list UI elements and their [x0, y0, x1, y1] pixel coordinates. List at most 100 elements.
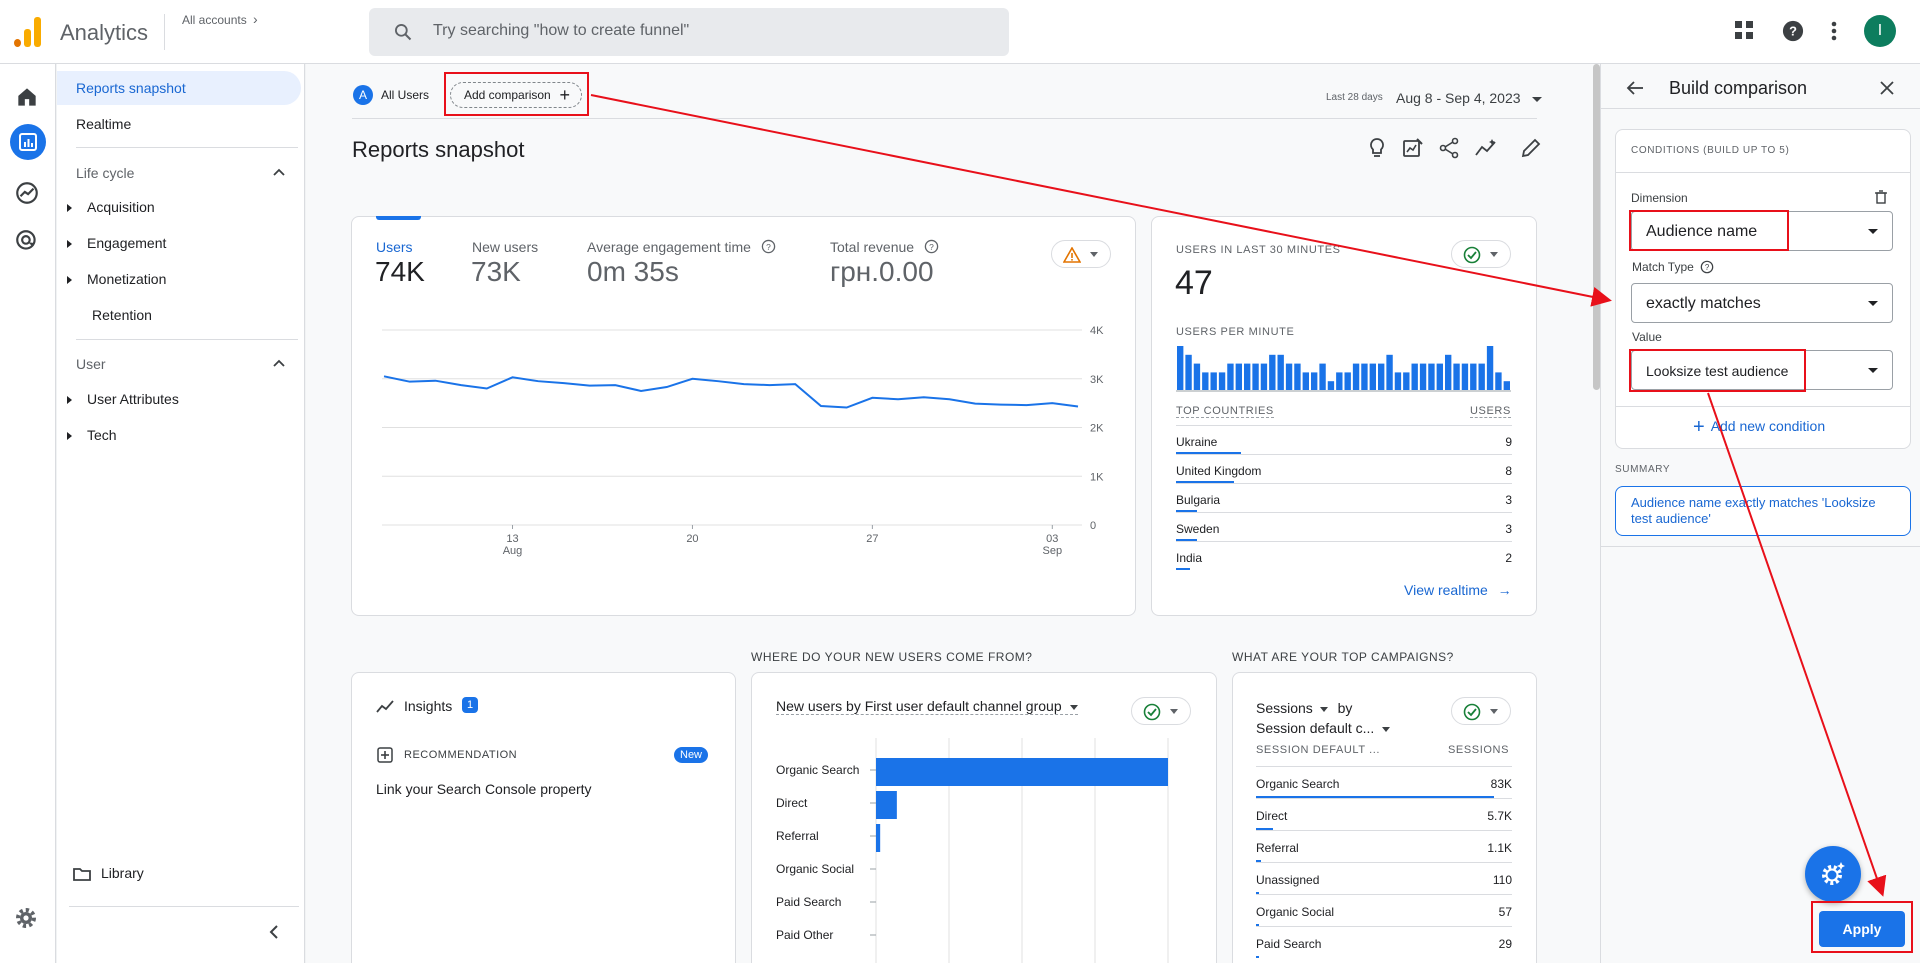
minute-bar: [1369, 363, 1376, 390]
date-range-picker[interactable]: Aug 8 - Sep 4, 2023: [1396, 90, 1543, 106]
help-icon[interactable]: ?: [1782, 20, 1804, 42]
avatar[interactable]: I: [1864, 15, 1896, 47]
new-users-dimension-dropdown[interactable]: New users by First user default channel …: [776, 698, 1078, 715]
analytics-logo-icon: [14, 17, 42, 47]
campaign-name: Direct: [1256, 809, 1288, 823]
accounts-breadcrumb[interactable]: All accounts ›: [182, 11, 258, 27]
y-tick-label: 3K: [1090, 374, 1104, 386]
channel-label: Organic Social: [776, 862, 854, 876]
data-quality-ok-chip[interactable]: [1131, 697, 1191, 725]
warning-icon: [1063, 247, 1081, 263]
back-arrow-icon[interactable]: [1626, 80, 1644, 96]
users-per-minute-chart: [1176, 346, 1511, 392]
channel-bar: [876, 791, 897, 819]
explore-icon[interactable]: [14, 180, 40, 206]
chevron-right-icon: ›: [253, 11, 258, 27]
audience-letter-icon: A: [353, 85, 373, 105]
add-new-condition-button[interactable]: + Add new condition: [1693, 416, 1825, 439]
data-quality-ok-chip[interactable]: [1451, 240, 1511, 268]
metric-new-users-value[interactable]: 73K: [471, 256, 521, 288]
audience-chip[interactable]: A All Users: [353, 84, 429, 106]
metric-text: Sessions: [1256, 700, 1313, 716]
share-icon[interactable]: [1438, 137, 1460, 159]
metric-users-label[interactable]: Users: [376, 239, 413, 255]
data-quality-warning-chip[interactable]: [1051, 240, 1111, 268]
nav-reports-snapshot[interactable]: Reports snapshot: [57, 71, 301, 105]
metric-engagement-value[interactable]: 0m 35s: [587, 256, 679, 288]
insights-lightbulb-icon[interactable]: [1367, 137, 1387, 159]
nav-tech[interactable]: Tech: [67, 418, 117, 452]
campaign-name: Organic Social: [1256, 905, 1335, 919]
top-bar: Analytics All accounts › Try searching "…: [0, 0, 1920, 64]
minute-bar: [1436, 363, 1443, 390]
search-bar[interactable]: Try searching "how to create funnel": [369, 8, 1009, 56]
reports-icon[interactable]: [10, 124, 46, 160]
customize-report-icon[interactable]: [1402, 137, 1424, 159]
caret-down-icon: [1170, 709, 1178, 714]
nav-engagement[interactable]: Engagement: [67, 226, 166, 260]
chevron-up-icon[interactable]: [273, 167, 285, 177]
divider: [76, 339, 298, 340]
caret-down-icon: [1382, 726, 1391, 732]
insights-trend-icon[interactable]: [1474, 137, 1498, 159]
nav-user-attributes[interactable]: User Attributes: [67, 382, 179, 416]
view-realtime-link[interactable]: View realtime →: [1404, 582, 1512, 598]
minute-bar: [1311, 372, 1318, 390]
selected-metric-indicator: [376, 216, 421, 220]
minute-bar: [1285, 363, 1293, 390]
campaign-value: 29: [1498, 937, 1512, 951]
match-type-select[interactable]: exactly matches: [1631, 283, 1893, 323]
campaign-name: Unassigned: [1256, 873, 1320, 887]
nav-realtime[interactable]: Realtime: [76, 107, 131, 141]
data-quality-ok-chip[interactable]: [1451, 697, 1511, 725]
campaign-value: 83K: [1490, 777, 1512, 791]
accounts-label: All accounts: [182, 13, 247, 27]
apps-grid-icon[interactable]: [1734, 20, 1754, 40]
search-icon: [395, 24, 412, 41]
nav-retention[interactable]: Retention: [92, 298, 152, 332]
collapse-nav-icon[interactable]: [269, 924, 279, 940]
divider: [76, 147, 298, 148]
help-icon[interactable]: ?: [1700, 260, 1714, 274]
metric-revenue-value[interactable]: грн.0.00: [830, 256, 934, 288]
help-icon[interactable]: ?: [924, 239, 939, 254]
recommendation-text[interactable]: Link your Search Console property: [376, 781, 592, 797]
advertising-icon[interactable]: [14, 228, 40, 254]
metric-engagement-label[interactable]: Average engagement time ?: [587, 239, 776, 255]
nav-section-user[interactable]: User: [76, 356, 106, 372]
audience-chip-label: All Users: [381, 88, 430, 102]
section-label: User: [76, 356, 106, 372]
minute-bar: [1218, 372, 1226, 390]
metric-users-value[interactable]: 74K: [375, 256, 425, 288]
metric-new-users-label[interactable]: New users: [472, 239, 538, 255]
delete-icon[interactable]: [1875, 190, 1887, 204]
settings-icon[interactable]: [14, 906, 38, 930]
minute-bar: [1260, 363, 1268, 390]
nav-acquisition[interactable]: Acquisition: [67, 190, 155, 224]
close-icon[interactable]: [1880, 81, 1894, 95]
nav-library[interactable]: Library: [73, 856, 144, 890]
country-users: 3: [1505, 522, 1512, 536]
insights-card: [351, 672, 736, 963]
edit-pencil-icon[interactable]: [1520, 137, 1542, 159]
country-name: Bulgaria: [1176, 493, 1221, 507]
campaign-value: 57: [1498, 905, 1512, 919]
metric-revenue-label[interactable]: Total revenue ?: [830, 239, 939, 255]
more-vert-icon[interactable]: [1830, 20, 1838, 42]
x-tick-label: 13: [506, 533, 518, 545]
main-scrollbar[interactable]: [1593, 64, 1600, 390]
campaigns-dimension-dropdown[interactable]: Sessions by Session default c...: [1256, 698, 1436, 738]
campaign-row: Organic Search 83K: [1256, 766, 1512, 798]
nav-label: Engagement: [87, 235, 167, 251]
country-row: India 2: [1176, 541, 1512, 570]
campaign-value: 110: [1492, 873, 1512, 887]
minute-bar: [1235, 363, 1242, 390]
nav-monetization[interactable]: Monetization: [67, 262, 166, 296]
minute-bar: [1453, 363, 1460, 390]
insights-trend-icon: [376, 700, 394, 713]
help-icon[interactable]: ?: [761, 239, 776, 254]
chevron-up-icon[interactable]: [273, 358, 285, 368]
ai-assistant-button[interactable]: [1805, 846, 1861, 902]
home-icon[interactable]: [14, 84, 40, 110]
nav-section-lifecycle[interactable]: Life cycle: [76, 165, 134, 181]
